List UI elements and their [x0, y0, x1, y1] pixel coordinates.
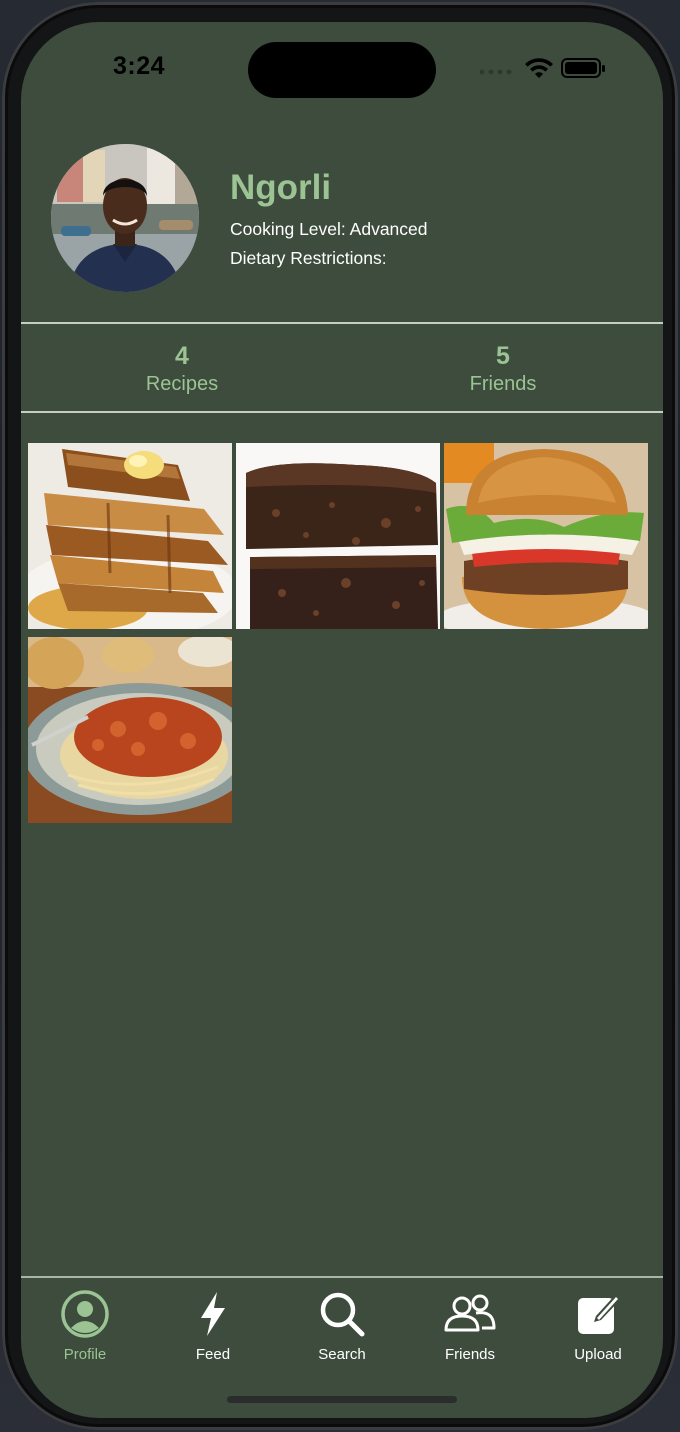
brownies-photo-icon	[236, 443, 440, 629]
tab-upload[interactable]: Upload	[543, 1290, 653, 1380]
friends-count: 5	[496, 342, 510, 370]
lightning-bolt-icon	[201, 1292, 225, 1336]
profile-photo-icon	[51, 144, 199, 292]
status-icons	[477, 55, 609, 81]
tab-friends-label: Friends	[444, 1346, 496, 1363]
friends-label: Friends	[469, 373, 537, 395]
wifi-icon	[525, 58, 553, 78]
user-name: Ngorli	[230, 168, 332, 207]
person-circle-icon	[61, 1290, 109, 1338]
device-frame: 3:24 Ngorli Cooking Level: Advanced Diet…	[0, 0, 680, 1432]
tab-bar-divider	[21, 1276, 663, 1278]
home-indicator	[227, 1396, 457, 1403]
dietary-restrictions: Dietary Restrictions:	[230, 248, 387, 268]
dynamic-island	[248, 42, 436, 98]
battery-icon	[561, 58, 605, 78]
french-toast-photo-icon	[28, 443, 232, 629]
friends-stat[interactable]: 5 Friends	[423, 342, 583, 398]
spaghetti-photo-icon	[28, 637, 232, 823]
tab-feed[interactable]: Feed	[158, 1290, 268, 1380]
compose-icon	[578, 1294, 621, 1334]
tab-profile-label: Profile	[63, 1346, 107, 1363]
tab-friends[interactable]: Friends	[415, 1290, 525, 1380]
header-divider	[21, 322, 663, 324]
tab-profile[interactable]: Profile	[30, 1290, 140, 1380]
recipes-label: Recipes	[145, 373, 219, 395]
recipes-stat[interactable]: 4 Recipes	[102, 342, 262, 398]
recipe-tile-spaghetti[interactable]	[28, 637, 232, 823]
app-screen: 3:24 Ngorli Cooking Level: Advanced Diet…	[21, 22, 663, 1418]
tab-search[interactable]: Search	[287, 1290, 397, 1380]
stats-divider	[21, 411, 663, 413]
people-icon	[444, 1294, 496, 1332]
recipe-tile-brownies[interactable]	[236, 443, 440, 629]
status-time: 3:24	[113, 52, 166, 80]
tab-feed-label: Feed	[195, 1346, 231, 1363]
recipes-count: 4	[175, 342, 189, 370]
recipe-tile-burger[interactable]	[444, 443, 648, 629]
tab-search-label: Search	[318, 1346, 366, 1363]
cellular-signal-icon	[479, 69, 512, 75]
tab-upload-label: Upload	[574, 1346, 622, 1363]
recipe-tile-french-toast[interactable]	[28, 443, 232, 629]
cooking-level: Cooking Level: Advanced	[230, 219, 428, 239]
avatar[interactable]	[51, 144, 199, 292]
burger-photo-icon	[444, 443, 648, 629]
magnifier-icon	[320, 1292, 365, 1337]
